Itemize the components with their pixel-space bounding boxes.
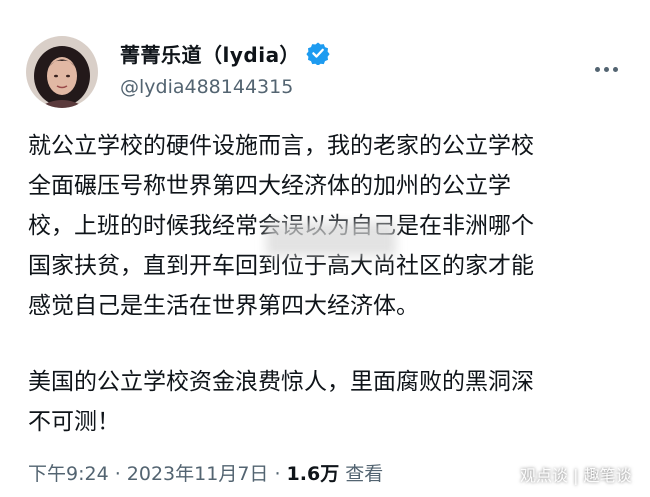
author-name-row[interactable]: 菁菁乐道（lydia） <box>120 39 330 67</box>
avatar[interactable] <box>26 36 98 108</box>
author-handle[interactable]: @lydia488144315 <box>120 76 293 98</box>
tweet-meta: 下午9:24 · 2023年11月7日 · 1.6万 查看 <box>28 459 383 486</box>
tweet-line: 感觉自己是生活在世界第四大经济体。 <box>28 293 419 319</box>
view-count: 1.6万 <box>286 463 340 485</box>
more-icon[interactable] <box>588 62 624 76</box>
timestamp[interactable]: 下午9:24 · 2023年11月7日 · <box>28 463 280 485</box>
tweet-line: 就公立学校的硬件设施而言，我的老家的公立学校 <box>28 133 534 159</box>
verified-badge-icon <box>306 41 330 65</box>
tweet-line: 不可测！ <box>28 409 120 435</box>
tweet-line: 全面碾压号称世界第四大经济体的加州的公立学 <box>28 173 511 199</box>
watermark: 观点谈 | 趣笔谈 <box>520 466 632 485</box>
views-link[interactable]: 查看 <box>345 463 383 485</box>
tweet-line: 美国的公立学校资金浪费惊人，里面腐败的黑洞深 <box>28 369 534 395</box>
display-name[interactable]: 菁菁乐道（lydia） <box>120 39 300 68</box>
tweet-text: 就公立学校的硬件设施而言，我的老家的公立学校 全面碾压号称世界第四大经济体的加州… <box>28 126 628 442</box>
blurred-region <box>266 222 396 256</box>
